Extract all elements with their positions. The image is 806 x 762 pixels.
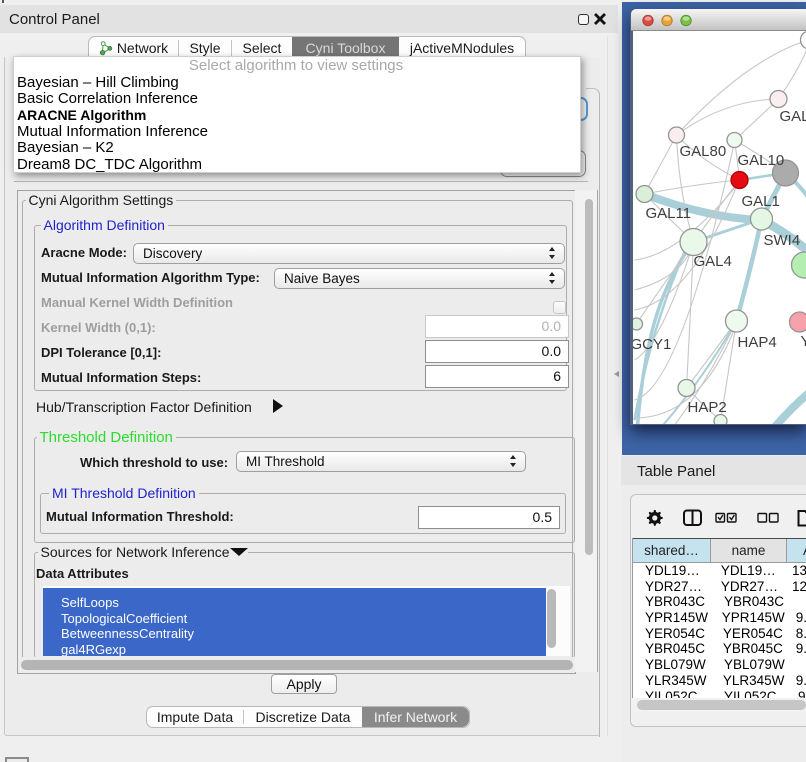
svg-text:GAL4: GAL4 — [693, 253, 731, 270]
svg-text:SWI4: SWI4 — [763, 232, 800, 249]
svg-text:HAP2: HAP2 — [687, 399, 726, 416]
svg-text:GCY1: GCY1 — [633, 336, 671, 353]
svg-text:HAP4: HAP4 — [737, 334, 776, 351]
svg-text:GAL: GAL — [779, 108, 806, 125]
svg-text:GAL1: GAL1 — [741, 193, 779, 210]
svg-text:GAL11: GAL11 — [645, 205, 691, 222]
svg-text:Y: Y — [800, 333, 806, 350]
svg-text:GAL80: GAL80 — [679, 143, 726, 160]
svg-text:GAL10: GAL10 — [737, 152, 784, 169]
